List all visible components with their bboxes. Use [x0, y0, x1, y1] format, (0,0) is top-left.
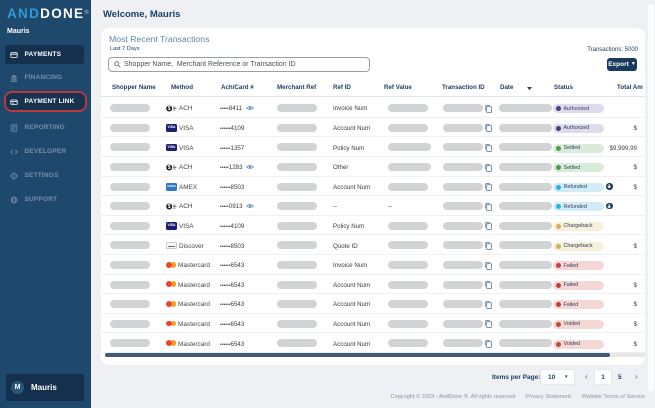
svg-text:$: $ [168, 106, 171, 112]
svg-text:$: $ [168, 204, 171, 210]
svg-text:$: $ [168, 165, 171, 171]
